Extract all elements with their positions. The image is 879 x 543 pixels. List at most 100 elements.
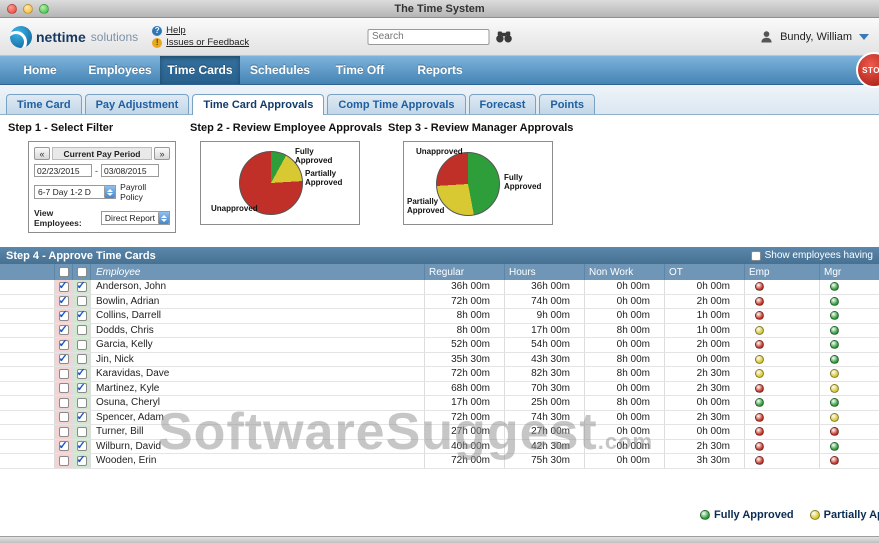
brand-logo[interactable]: nettime solutions	[10, 26, 138, 48]
cell-ot: 2h 00m	[665, 295, 745, 310]
payroll-policy-select[interactable]: 6-7 Day 1-2 D	[34, 185, 116, 199]
period-end-input[interactable]	[101, 164, 159, 177]
col-ot[interactable]: OT	[665, 264, 745, 280]
emp-approve-cell	[55, 353, 73, 368]
emp-approve-checkbox[interactable]	[59, 296, 69, 306]
mgr-approve-cell	[73, 382, 91, 397]
mgr-approve-checkbox[interactable]	[77, 427, 87, 437]
view-employees-label: View Employees:	[34, 208, 98, 228]
window-zoom-button[interactable]	[39, 4, 49, 14]
col-emp[interactable]: Emp	[745, 264, 820, 280]
mgr-approve-checkbox[interactable]	[77, 325, 87, 335]
mgr-approve-checkbox[interactable]	[77, 456, 87, 466]
employee-name[interactable]: Anderson, John	[91, 280, 425, 295]
emp-approve-checkbox[interactable]	[59, 383, 69, 393]
window-close-button[interactable]	[7, 4, 17, 14]
nav-item-time-cards[interactable]: Time Cards	[160, 56, 240, 84]
mgr-approve-checkbox[interactable]	[77, 282, 87, 292]
mgr-approve-checkbox[interactable]	[77, 398, 87, 408]
mgr-status-dot-cell	[820, 440, 879, 455]
emp-approve-checkbox[interactable]	[59, 325, 69, 335]
subtab-forecast[interactable]: Forecast	[469, 94, 537, 114]
search-input[interactable]	[367, 29, 489, 45]
cell-hours: 17h 00m	[505, 324, 585, 339]
mgr-approve-checkbox[interactable]	[77, 383, 87, 393]
emp-status-dot-cell	[745, 338, 820, 353]
subtab-comp-time-approvals[interactable]: Comp Time Approvals	[327, 94, 465, 114]
emp-approve-checkbox[interactable]	[59, 398, 69, 408]
mgr-approve-checkbox[interactable]	[77, 412, 87, 422]
help-link[interactable]: Help	[166, 25, 186, 36]
employee-name[interactable]: Dodds, Chris	[91, 324, 425, 339]
feedback-link[interactable]: Issues or Feedback	[166, 37, 249, 48]
cell-non-work: 8h 00m	[585, 396, 665, 411]
employee-name[interactable]: Wilburn, David	[91, 440, 425, 455]
prev-period-button[interactable]: «	[34, 147, 50, 160]
emp-status-dot-cell	[745, 425, 820, 440]
subtab-points[interactable]: Points	[539, 94, 595, 114]
emp-approve-checkbox[interactable]	[59, 456, 69, 466]
employee-name[interactable]: Spencer, Adam	[91, 411, 425, 426]
mgr-status-dot-cell	[820, 280, 879, 295]
emp-approve-checkbox[interactable]	[59, 369, 69, 379]
show-employees-checkbox[interactable]	[751, 251, 761, 261]
nav-item-reports[interactable]: Reports	[400, 56, 480, 84]
cell-non-work: 0h 00m	[585, 454, 665, 469]
cell-regular: 36h 00m	[425, 280, 505, 295]
subtab-pay-adjustment[interactable]: Pay Adjustment	[85, 94, 190, 114]
emp-approve-checkbox[interactable]	[59, 340, 69, 350]
col-employee[interactable]: Employee	[91, 264, 425, 280]
row-indent	[0, 353, 55, 368]
bottom-strip	[0, 536, 879, 543]
view-employees-select[interactable]: Direct Report	[101, 211, 170, 225]
col-mgr[interactable]: Mgr	[820, 264, 879, 280]
nav-item-employees[interactable]: Employees	[80, 56, 160, 84]
subtab-time-card-approvals[interactable]: Time Card Approvals	[192, 94, 324, 115]
emp-approve-checkbox[interactable]	[59, 311, 69, 321]
window-minimize-button[interactable]	[23, 4, 33, 14]
help-icon: ?	[152, 26, 162, 36]
employee-name[interactable]: Garcia, Kelly	[91, 338, 425, 353]
mgr-approve-checkbox[interactable]	[77, 354, 87, 364]
nav-item-time-off[interactable]: Time Off	[320, 56, 400, 84]
mgr-status-dot-cell	[820, 382, 879, 397]
employee-name[interactable]: Jin, Nick	[91, 353, 425, 368]
employee-name[interactable]: Bowlin, Adrian	[91, 295, 425, 310]
current-pay-period-label[interactable]: Current Pay Period	[52, 147, 152, 160]
mgr-approve-checkbox[interactable]	[77, 296, 87, 306]
mgr-approve-checkbox[interactable]	[77, 441, 87, 451]
mgr-approve-checkbox[interactable]	[77, 311, 87, 321]
col-regular[interactable]: Regular	[425, 264, 505, 280]
col-hours[interactable]: Hours	[505, 264, 585, 280]
emp-approve-checkbox[interactable]	[59, 441, 69, 451]
employee-name[interactable]: Martinez, Kyle	[91, 382, 425, 397]
employee-name[interactable]: Wooden, Erin	[91, 454, 425, 469]
employee-name[interactable]: Osuna, Cheryl	[91, 396, 425, 411]
app-window: The Time System nettime solutions ? Help…	[0, 0, 879, 543]
show-employees-filter[interactable]: Show employees having	[751, 250, 873, 261]
emp-approve-checkbox[interactable]	[59, 282, 69, 292]
col-non-work[interactable]: Non Work	[585, 264, 665, 280]
employee-name[interactable]: Turner, Bill	[91, 425, 425, 440]
nav-item-home[interactable]: Home	[0, 56, 80, 84]
employee-name[interactable]: Collins, Darrell	[91, 309, 425, 324]
emp-status-dot-red	[755, 297, 764, 306]
period-start-input[interactable]	[34, 164, 92, 177]
subtab-time-card[interactable]: Time Card	[6, 94, 82, 114]
select-all-mgr-checkbox[interactable]	[77, 267, 87, 277]
select-all-emp-checkbox[interactable]	[59, 267, 69, 277]
next-period-button[interactable]: »	[154, 147, 170, 160]
nav-item-schedules[interactable]: Schedules	[240, 56, 320, 84]
emp-approve-checkbox[interactable]	[59, 427, 69, 437]
mgr-approve-checkbox[interactable]	[77, 340, 87, 350]
emp-status-dot-green	[755, 398, 764, 407]
employee-name[interactable]: Karavidas, Dave	[91, 367, 425, 382]
emp-approve-checkbox[interactable]	[59, 412, 69, 422]
table-row: Jin, Nick35h 30m43h 30m8h 00m0h 00m	[0, 353, 879, 368]
search-binoculars-icon[interactable]	[495, 31, 512, 43]
emp-approve-checkbox[interactable]	[59, 354, 69, 364]
table-row: Karavidas, Dave72h 00m82h 30m8h 00m2h 30…	[0, 367, 879, 382]
mgr-approve-checkbox[interactable]	[77, 369, 87, 379]
main-nav-items: HomeEmployeesTime CardsSchedulesTime Off…	[0, 56, 879, 84]
user-menu-caret-icon[interactable]	[859, 34, 869, 40]
